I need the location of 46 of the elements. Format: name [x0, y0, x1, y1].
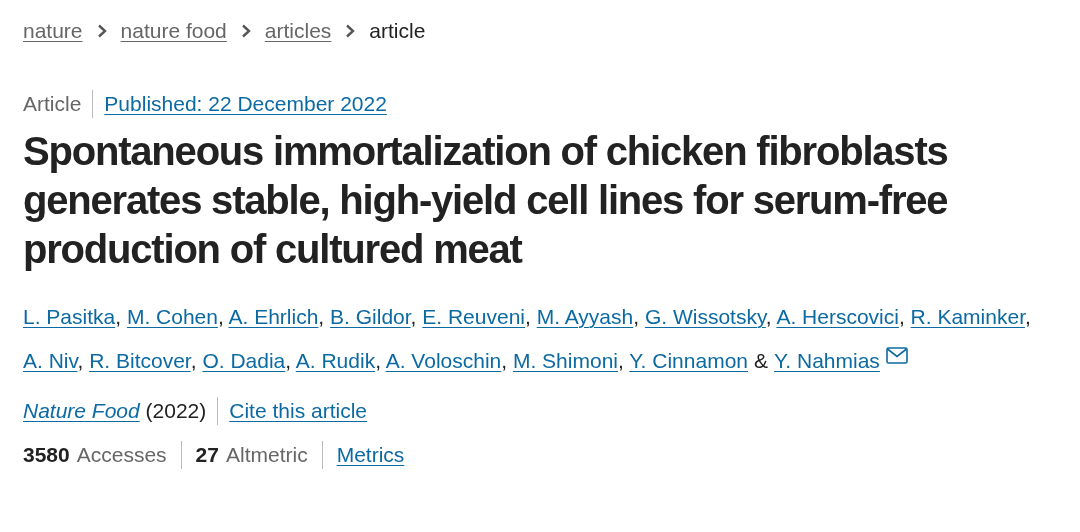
author-link[interactable]: L. Pasitka: [23, 305, 116, 328]
author-link[interactable]: A. Voloschin: [385, 349, 502, 372]
author-separator: ,: [285, 349, 292, 372]
metric-count: 3580 Accesses: [23, 443, 167, 467]
author-separator: ,: [633, 305, 640, 328]
article-type: Article: [23, 92, 82, 116]
author-link[interactable]: Y. Nahmias: [774, 349, 880, 372]
author-link[interactable]: G. Wissotsky: [644, 305, 766, 328]
author-separator: ,: [115, 305, 122, 328]
author-link[interactable]: A. Herscovici: [776, 305, 899, 328]
chevron-right-icon: [240, 24, 251, 38]
author-link[interactable]: M. Cohen: [126, 305, 218, 328]
author-link[interactable]: M. Ayyash: [536, 305, 634, 328]
author-link[interactable]: Y. Cinnamon: [629, 349, 748, 372]
author-separator: ,: [618, 349, 624, 372]
journal-link[interactable]: Nature Food: [23, 399, 140, 423]
journal-year: (2022): [144, 399, 207, 423]
metric-count: 27 Altmetric: [195, 443, 308, 467]
author-link[interactable]: A. Rudik: [295, 349, 376, 372]
author-separator: ,: [375, 349, 381, 372]
author-separator: ,: [77, 349, 84, 372]
breadcrumb-current: article: [369, 19, 426, 43]
breadcrumb-link[interactable]: nature: [23, 19, 83, 43]
breadcrumb-link[interactable]: articles: [264, 19, 332, 43]
author-separator: ,: [318, 305, 325, 328]
author-link[interactable]: O. Dadia: [202, 349, 286, 372]
chevron-right-icon: [96, 24, 107, 38]
author-link[interactable]: A. Niv: [23, 349, 78, 372]
chevron-right-icon: [345, 24, 356, 38]
published-date-link[interactable]: Published: 22 December 2022: [104, 92, 387, 116]
metrics-link[interactable]: Metrics: [336, 443, 405, 467]
breadcrumb-link[interactable]: nature food: [120, 19, 227, 43]
author-link[interactable]: A. Ehrlich: [228, 305, 319, 328]
cite-link[interactable]: Cite this article: [229, 399, 367, 423]
email-icon[interactable]: [885, 347, 908, 364]
author-link[interactable]: E. Reuveni: [422, 305, 525, 328]
author-separator: &: [754, 349, 768, 372]
author-link[interactable]: R. Bitcover: [89, 349, 191, 372]
article-title: Spontaneous immortalization of chicken fibroblasts generates stable, high-yield cell lines for serum-free production of cultured meat: [23, 128, 949, 273]
author-link[interactable]: R. Kaminker: [910, 305, 1025, 328]
author-link[interactable]: M. Shimoni: [512, 349, 618, 372]
author-separator: ,: [501, 349, 508, 372]
author-separator: ,: [217, 305, 224, 328]
author-link[interactable]: B. Gildor: [330, 305, 411, 328]
author-separator: ,: [525, 305, 531, 328]
author-separator: ,: [898, 305, 905, 328]
